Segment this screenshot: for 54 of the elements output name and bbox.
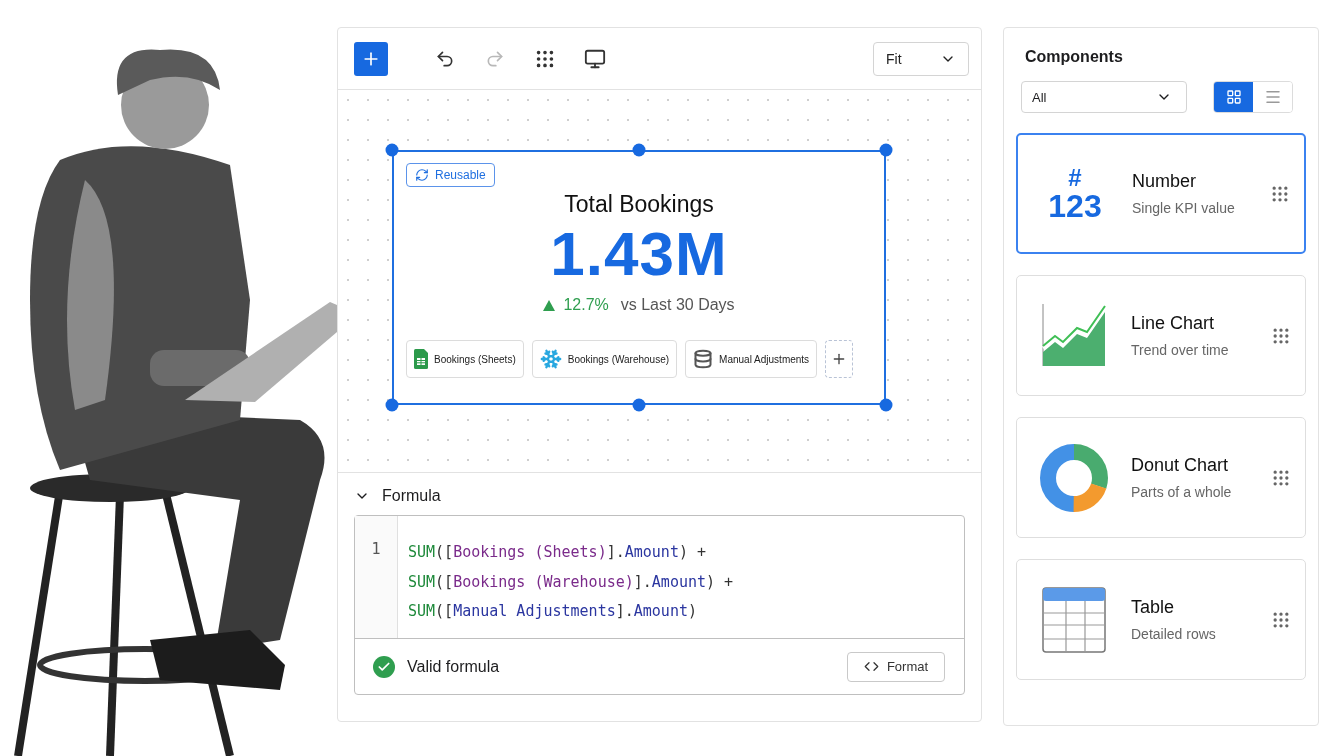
format-button[interactable]: Format — [847, 651, 945, 682]
component-card[interactable]: Table Detailed rows — [1016, 559, 1306, 680]
add-button[interactable] — [354, 41, 388, 76]
formula-editor[interactable]: 1 SUM([Bookings (Sheets)].Amount) + SUM([Bookings (Warehouse)].Amount) + SUM([Manual Adjustments].Amount) Valid formula Format — [354, 515, 965, 695]
spreadsheet-icon — [414, 349, 428, 369]
kpi-widget[interactable]: Reusable Total Bookings 1.43M 12.7% vs Last 30 Days Bookings (Sheets) Bookings (Warehouse) Manual Adjustments — [392, 150, 886, 405]
table-icon — [1042, 586, 1106, 653]
card-subtitle: Trend over time — [1131, 342, 1230, 358]
grid-view-button[interactable] — [1214, 82, 1253, 112]
panel-title: Components — [1024, 48, 1124, 66]
database-icon — [693, 349, 714, 369]
card-title: Number — [1132, 171, 1198, 192]
grid-icon — [1225, 89, 1242, 105]
component-card[interactable]: Donut Chart Parts of a whole — [1016, 417, 1306, 538]
section-title: Formula — [382, 487, 441, 505]
list-icon — [1263, 88, 1282, 106]
card-title: Table — [1131, 597, 1176, 618]
zoom-select[interactable]: Fit — [873, 41, 969, 76]
component-card[interactable]: # 123 Number Single KPI value — [1016, 133, 1306, 254]
resize-handle[interactable] — [385, 398, 399, 412]
filter-select[interactable]: All — [1021, 81, 1187, 113]
card-subtitle: Single KPI value — [1132, 200, 1236, 216]
line-chart-icon — [1041, 303, 1107, 368]
kpi-value: 1.43M — [550, 218, 728, 290]
reusable-badge: Reusable — [406, 163, 495, 187]
data-source-chip[interactable]: Manual Adjustments — [685, 340, 818, 378]
data-source-chip[interactable]: Bookings (Sheets) — [406, 340, 524, 378]
card-subtitle: Detailed rows — [1131, 626, 1217, 642]
resize-handle[interactable] — [879, 143, 893, 157]
line-number: 1 — [371, 540, 381, 558]
refresh-icon — [415, 168, 429, 182]
card-title: Line Chart — [1131, 313, 1216, 334]
data-source-chip[interactable]: Bookings (Warehouse) — [531, 340, 678, 378]
change-percent: 12.7% — [563, 296, 609, 314]
snowflake-icon — [539, 348, 562, 370]
code-icon — [863, 659, 879, 674]
card-title: Donut Chart — [1131, 455, 1230, 476]
status-text: Valid formula — [407, 657, 500, 676]
comparison-label: vs Last 30 Days — [620, 296, 735, 314]
redo-icon — [485, 48, 505, 69]
widget-title: Total Bookings — [564, 191, 714, 218]
undo-icon — [435, 48, 455, 69]
component-card[interactable]: Line Chart Trend over time — [1016, 275, 1306, 396]
code-line: SUM([Bookings (Sheets)].Amount) + — [408, 542, 708, 563]
add-source-button[interactable] — [825, 340, 854, 378]
code-line: SUM([Manual Adjustments].Amount) — [408, 601, 698, 622]
resize-handle[interactable] — [632, 143, 646, 157]
card-subtitle: Parts of a whole — [1131, 484, 1233, 500]
resize-handle[interactable] — [879, 398, 893, 412]
number-glyph: # 123 — [1048, 165, 1102, 222]
resize-handle[interactable] — [385, 143, 399, 157]
monitor-icon — [584, 47, 606, 70]
donut-chart-icon — [1039, 442, 1109, 513]
code-line: SUM([Bookings (Warehouse)].Amount) + — [408, 571, 734, 593]
